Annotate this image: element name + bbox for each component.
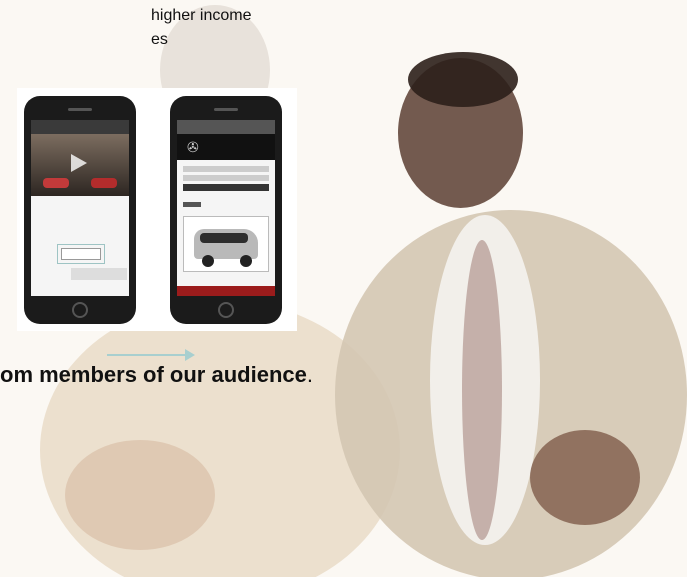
van-wheel-icon [202,255,214,267]
phone-screen-ad [31,120,129,296]
van-image [183,216,269,272]
phone-mockups-panel: ✇ [17,88,297,361]
landing-status-bar [177,120,275,134]
left-man-hands [65,440,215,550]
right-man-tie [462,240,502,540]
landing-field-1 [183,166,269,172]
top-caption-line2: es [151,31,168,48]
phone-speaker [68,108,92,111]
bottom-caption: om members of our audience. [0,362,313,388]
phone-landing-page: ✇ [170,96,282,324]
right-man-hair [408,52,518,107]
top-caption: higher income es [151,4,252,52]
top-caption-line1: higher income [151,7,252,24]
van-wheel-icon-2 [240,255,252,267]
brand-icons-row [71,268,127,280]
phone-speaker [214,108,238,111]
mercedes-logo-icon: ✇ [177,134,275,160]
right-man-hand [530,430,640,525]
ad-header-bar [31,120,129,134]
home-button-icon [72,302,88,318]
play-icon [71,154,87,172]
flow-arrow-line [107,354,187,356]
ad-cta-button [61,248,101,260]
phone-screen-landing: ✇ [177,120,275,296]
flow-arrow-head-icon [185,349,195,361]
landing-button [183,184,269,191]
bottom-caption-text: om members of our audience [0,362,307,387]
landing-tag [183,202,201,207]
red-car-image-2 [91,178,117,188]
landing-footer-bar [177,286,275,296]
bottom-caption-period: . [306,362,313,387]
red-car-image [43,178,69,188]
phone-ad-unit [24,96,136,324]
landing-field-2 [183,175,269,181]
van-windows [200,233,248,243]
home-button-icon [218,302,234,318]
